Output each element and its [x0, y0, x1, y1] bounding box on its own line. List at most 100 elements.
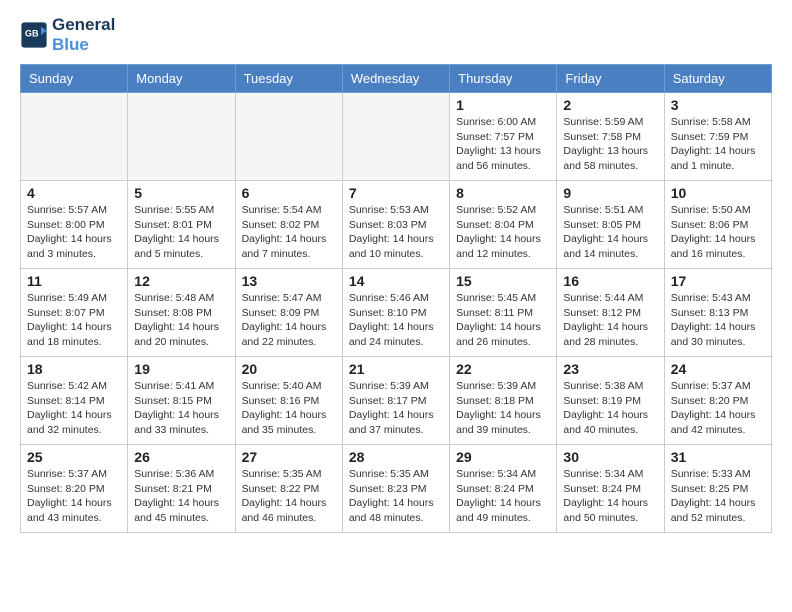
- day-info-line: Sunrise: 5:48 AM: [134, 292, 214, 304]
- day-info-line: and 32 minutes.: [27, 424, 102, 436]
- calendar-cell: 28Sunrise: 5:35 AMSunset: 8:23 PMDayligh…: [342, 445, 449, 533]
- day-info-line: Sunrise: 5:44 AM: [563, 292, 643, 304]
- day-info: Sunrise: 5:47 AMSunset: 8:09 PMDaylight:…: [242, 291, 336, 350]
- day-info-line: and 22 minutes.: [242, 336, 317, 348]
- day-info-line: Daylight: 14 hours: [563, 321, 648, 333]
- day-info-line: Daylight: 14 hours: [349, 409, 434, 421]
- calendar-cell: 21Sunrise: 5:39 AMSunset: 8:17 PMDayligh…: [342, 357, 449, 445]
- day-number: 30: [563, 449, 657, 465]
- weekday-row: SundayMondayTuesdayWednesdayThursdayFrid…: [21, 65, 772, 93]
- day-info-line: Sunrise: 5:37 AM: [671, 380, 751, 392]
- calendar-cell: 27Sunrise: 5:35 AMSunset: 8:22 PMDayligh…: [235, 445, 342, 533]
- week-row-4: 18Sunrise: 5:42 AMSunset: 8:14 PMDayligh…: [21, 357, 772, 445]
- day-info-line: Daylight: 14 hours: [134, 409, 219, 421]
- weekday-header-monday: Monday: [128, 65, 235, 93]
- day-info-line: and 49 minutes.: [456, 512, 531, 524]
- calendar-cell: 2 Sunrise: 5:59 AMSunset: 7:58 PMDaylight…: [557, 93, 664, 181]
- day-info-line: and 18 minutes.: [27, 336, 102, 348]
- day-info-line: and 10 minutes.: [349, 248, 424, 260]
- calendar-cell: 11Sunrise: 5:49 AMSunset: 8:07 PMDayligh…: [21, 269, 128, 357]
- day-info-line: Sunset: 8:00 PM: [27, 219, 105, 231]
- day-number: 29: [456, 449, 550, 465]
- calendar-cell: 3Sunrise: 5:58 AMSunset: 7:59 PMDaylight…: [664, 93, 771, 181]
- day-info-line: Daylight: 14 hours: [456, 409, 541, 421]
- day-info-line: and 45 minutes.: [134, 512, 209, 524]
- day-info-line: and 16 minutes.: [671, 248, 746, 260]
- day-info-line: Sunrise: 5:36 AM: [134, 468, 214, 480]
- calendar-cell: [128, 93, 235, 181]
- day-number: 12: [134, 273, 228, 289]
- day-info-line: and 46 minutes.: [242, 512, 317, 524]
- day-info-line: Sunset: 7:59 PM: [671, 131, 749, 143]
- calendar-cell: 26Sunrise: 5:36 AMSunset: 8:21 PMDayligh…: [128, 445, 235, 533]
- day-info-line: Sunset: 8:17 PM: [349, 395, 427, 407]
- calendar-cell: 22 Sunrise: 5:39 AM Sunset: 8:18 PM Dayligh…: [450, 357, 557, 445]
- week-row-1: 1 Sunrise: 6:00 AMSunset: 7:57 PMDaylight…: [21, 93, 772, 181]
- day-info-line: Sunrise: 5:39 AM: [349, 380, 429, 392]
- day-info: Sunrise: 5:38 AMSunset: 8:19 PMDaylight:…: [563, 379, 657, 438]
- day-number: 8: [456, 185, 550, 201]
- day-info-line: and 42 minutes.: [671, 424, 746, 436]
- day-info: Sunrise: 5:48 AM Sunset: 8:08 PM Daylight:…: [134, 291, 228, 350]
- day-info-line: Sunset: 8:22 PM: [242, 483, 320, 495]
- day-info-line: Sunset: 8:18 PM: [456, 395, 534, 407]
- day-number: 26: [134, 449, 228, 465]
- day-number: 4: [27, 185, 121, 201]
- day-info: Sunrise: 5:59 AMSunset: 7:58 PMDaylight:…: [563, 115, 657, 174]
- day-number: 1: [456, 97, 550, 113]
- day-number: 2: [563, 97, 657, 113]
- day-info-line: and 35 minutes.: [242, 424, 317, 436]
- day-info-line: Daylight: 14 hours: [242, 497, 327, 509]
- day-info: Sunrise: 5:40 AMSunset: 8:16 PMDaylight:…: [242, 379, 336, 438]
- calendar-cell: [21, 93, 128, 181]
- day-info-line: Sunset: 8:02 PM: [242, 219, 320, 231]
- day-number: 7: [349, 185, 443, 201]
- day-number: 18: [27, 361, 121, 377]
- logo-line2: Blue: [52, 35, 115, 55]
- day-info-line: Sunset: 7:57 PM: [456, 131, 534, 143]
- day-number: 11: [27, 273, 121, 289]
- day-info-line: Sunrise: 5:53 AM: [349, 204, 429, 216]
- calendar-cell: [235, 93, 342, 181]
- day-info-line: Sunrise: 5:59 AM: [563, 116, 643, 128]
- day-info-line: Sunrise: 5:58 AM: [671, 116, 751, 128]
- calendar-cell: 10Sunrise: 5:50 AMSunset: 8:06 PMDayligh…: [664, 181, 771, 269]
- calendar-cell: 13Sunrise: 5:47 AMSunset: 8:09 PMDayligh…: [235, 269, 342, 357]
- day-number: 28: [349, 449, 443, 465]
- day-info-line: Daylight: 14 hours: [134, 321, 219, 333]
- day-info-line: Sunrise: 5:39 AM: [456, 380, 536, 392]
- day-info-line: and 58 minutes.: [563, 160, 638, 172]
- day-info-line: Sunset: 8:09 PM: [242, 307, 320, 319]
- day-info-line: Sunset: 8:10 PM: [349, 307, 427, 319]
- day-info-line: Sunset: 8:11 PM: [456, 307, 533, 319]
- day-info-line: and 52 minutes.: [671, 512, 746, 524]
- day-number: 16: [563, 273, 657, 289]
- calendar-cell: 12 Sunrise: 5:48 AM Sunset: 8:08 PM Dayligh…: [128, 269, 235, 357]
- day-info: Sunrise: 6:00 AMSunset: 7:57 PMDaylight:…: [456, 115, 550, 174]
- day-info-line: Daylight: 14 hours: [134, 497, 219, 509]
- day-number: 27: [242, 449, 336, 465]
- logo-line1: General: [52, 15, 115, 35]
- day-info-line: Sunset: 8:19 PM: [563, 395, 641, 407]
- day-info-line: Sunset: 8:03 PM: [349, 219, 427, 231]
- day-info: Sunrise: 5:57 AMSunset: 8:00 PMDaylight:…: [27, 203, 121, 262]
- calendar-cell: 5Sunrise: 5:55 AMSunset: 8:01 PMDaylight…: [128, 181, 235, 269]
- day-info-line: Daylight: 14 hours: [671, 145, 756, 157]
- day-info-line: Sunset: 8:08 PM: [134, 307, 212, 319]
- day-info-line: Daylight: 14 hours: [242, 233, 327, 245]
- calendar-cell: 9Sunrise: 5:51 AMSunset: 8:05 PMDaylight…: [557, 181, 664, 269]
- day-info-line: Sunset: 8:16 PM: [242, 395, 320, 407]
- day-number: 20: [242, 361, 336, 377]
- day-info-line: Sunrise: 5:38 AM: [563, 380, 643, 392]
- day-info: Sunrise: 5:41 AMSunset: 8:15 PMDaylight:…: [134, 379, 228, 438]
- day-number: 6: [242, 185, 336, 201]
- day-number: 10: [671, 185, 765, 201]
- calendar-cell: 19Sunrise: 5:41 AMSunset: 8:15 PMDayligh…: [128, 357, 235, 445]
- day-info-line: Sunrise: 5:33 AM: [671, 468, 751, 480]
- day-info-line: and 50 minutes.: [563, 512, 638, 524]
- day-info-line: and 24 minutes.: [349, 336, 424, 348]
- day-info: Sunrise: 5:54 AMSunset: 8:02 PMDaylight:…: [242, 203, 336, 262]
- day-info-line: Daylight: 14 hours: [27, 409, 112, 421]
- day-number: 22: [456, 361, 550, 377]
- day-info-line: and 43 minutes.: [27, 512, 102, 524]
